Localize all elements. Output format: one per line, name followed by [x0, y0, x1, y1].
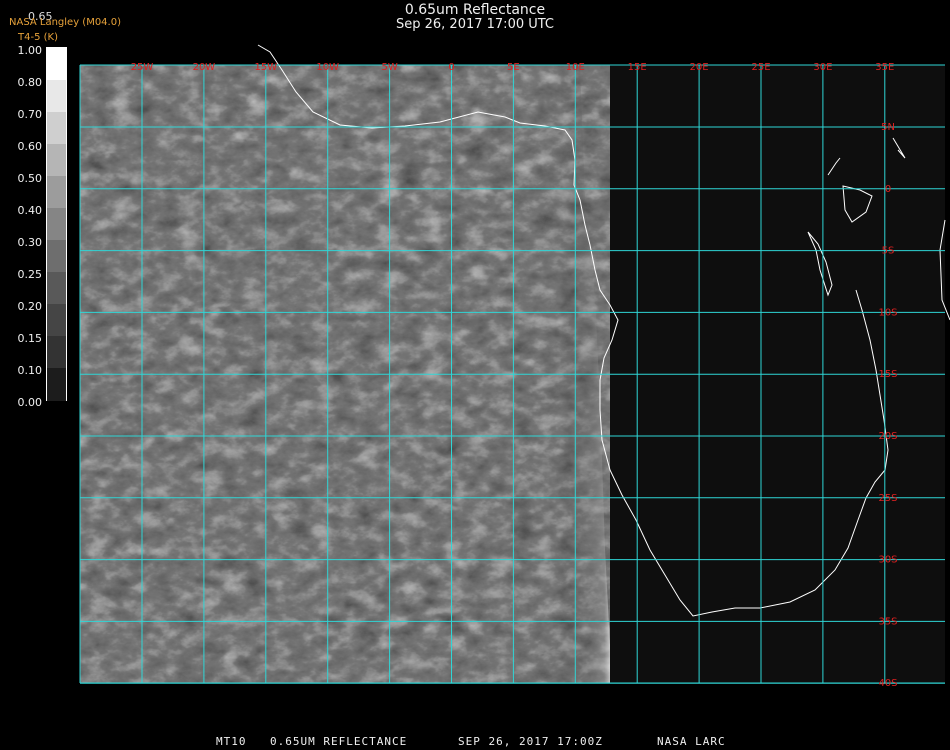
longitude-label: 20W — [193, 62, 216, 73]
longitude-label: 0 — [448, 62, 454, 73]
latitude-label: 25S — [878, 493, 897, 504]
latitude-label: 35S — [878, 616, 897, 627]
longitude-label: 5W — [381, 62, 397, 73]
latitude-label: 30S — [878, 555, 897, 566]
longitude-label: 5E — [507, 62, 520, 73]
latitude-label: 5N — [881, 122, 895, 133]
longitude-label: 30E — [813, 62, 832, 73]
satellite-map: 25W 20W 15W 10W 5W 0 5E 10E 15E 20E 25E 30E 35E 5N 0 5S… — [79, 44, 950, 689]
footer-satellite: MT10 — [216, 735, 247, 748]
longitude-label: 25W — [131, 62, 154, 73]
latitude-label: 0 — [885, 184, 891, 195]
latitude-label: 15S — [878, 369, 897, 380]
longitude-label: 15E — [628, 62, 647, 73]
footer-product: 0.65UM REFLECTANCE — [270, 735, 408, 748]
longitude-label: 35E — [875, 62, 894, 73]
latitude-label: 40S — [878, 678, 897, 689]
latitude-label: 20S — [878, 431, 897, 442]
longitude-label: 10W — [316, 62, 339, 73]
footer-date: SEP 26, 2017 17:00Z — [458, 735, 603, 748]
footer-source: NASA LARC — [657, 735, 726, 748]
latitude-label: 10S — [878, 307, 897, 318]
longitude-label: 20E — [690, 62, 709, 73]
longitude-label: 10E — [566, 62, 585, 73]
latitude-label: 5S — [882, 246, 895, 257]
longitude-label: 25E — [751, 62, 770, 73]
footer-caption: MT10 0.65UM REFLECTANCE SEP 26, 2017 17:… — [0, 735, 950, 750]
longitude-label: 15W — [254, 62, 277, 73]
